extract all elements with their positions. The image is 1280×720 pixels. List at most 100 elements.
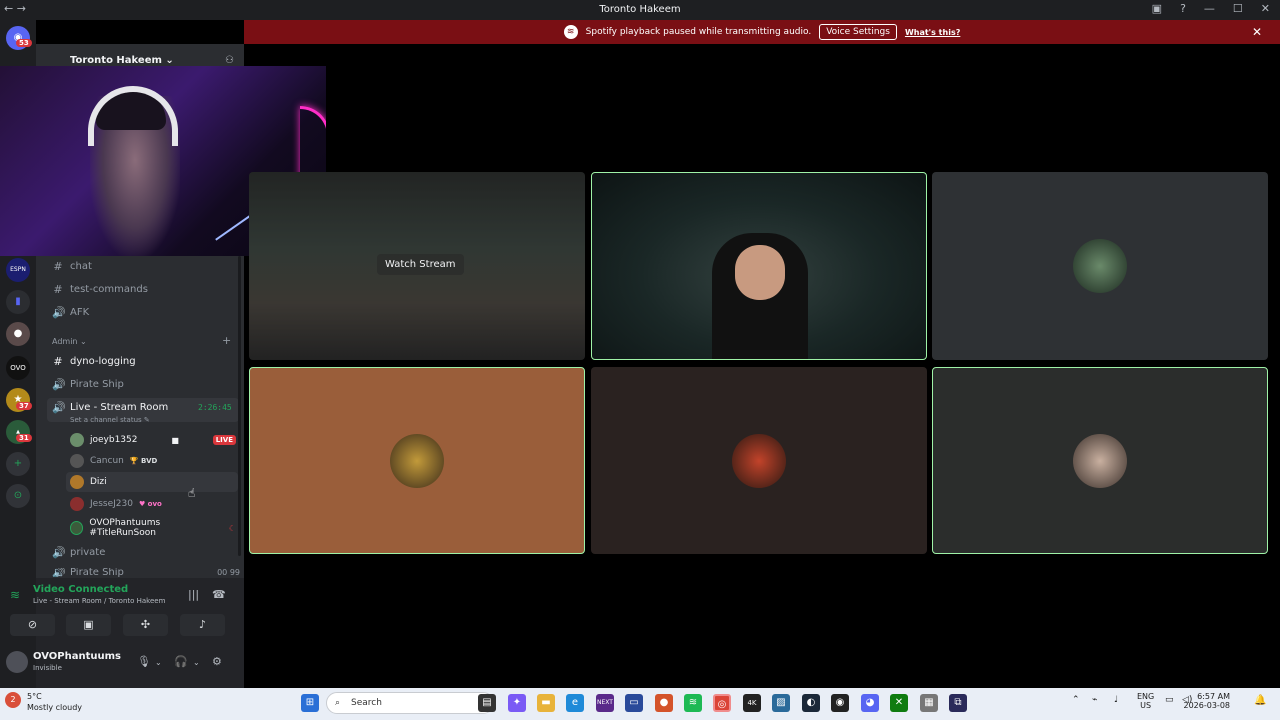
steam-icon[interactable]: ◐ (802, 694, 820, 712)
channel-live-stream-room[interactable]: 🔊 Live - Stream Room (52, 401, 168, 414)
channel-pirate-ship-2[interactable]: 🔊 Pirate Ship 00 99 (52, 568, 240, 577)
avatar (70, 475, 84, 489)
edge-icon[interactable]: e (566, 694, 584, 712)
notification-bell-icon[interactable]: 🔔 (1254, 695, 1266, 706)
user-avatar[interactable] (6, 651, 28, 673)
streamer-headset (88, 86, 178, 146)
weather-alert-icon[interactable]: 2 (5, 692, 21, 708)
app-blue-icon[interactable]: ⧉ (949, 694, 967, 712)
photos-icon[interactable]: ▨ (772, 694, 790, 712)
voice-user[interactable]: OVOPhantuums #TitleRunSoon ☾ (70, 518, 236, 538)
speaker-icon: 🔊 (52, 568, 66, 577)
spotify-icon: ≋ (563, 25, 578, 39)
channel-afk[interactable]: 🔊 AFK (52, 306, 89, 319)
soundboard-button[interactable]: ♪ (180, 614, 225, 636)
user-tag: ♥ ovo (138, 500, 162, 508)
stream-tile-sports[interactable]: Watch Stream (249, 172, 585, 360)
activities-button[interactable]: ✣ (123, 614, 168, 636)
network-icon[interactable]: ⌁ (1092, 695, 1097, 705)
moon-icon: ☾ (228, 523, 236, 533)
server-icon-espn[interactable]: ESPN (6, 258, 30, 282)
channel-dyno-logging[interactable]: # dyno-logging (52, 355, 135, 368)
spotify-taskbar-icon[interactable]: ≋ (684, 694, 702, 712)
channel-label: test-commands (70, 284, 148, 295)
video-tile-avatar[interactable] (932, 172, 1268, 360)
channel-test-commands[interactable]: # test-commands (52, 283, 148, 296)
audio-options-chevron-icon[interactable]: ⌄ (193, 658, 200, 667)
inbox-icon[interactable]: ▣ (1152, 2, 1162, 15)
voice-user[interactable]: JesseJ230 ♥ ovo (70, 497, 236, 511)
current-user-name[interactable]: OVOPhantuums (33, 651, 121, 662)
voice-user[interactable]: Dizi (70, 475, 236, 489)
camera-icon: ■ (171, 435, 179, 445)
category-admin[interactable]: Admin ⌄ (52, 337, 87, 346)
microphone-icon[interactable]: 🎙 (137, 655, 151, 668)
voice-status-sub[interactable]: Live - Stream Room / Toronto Hakeem (33, 597, 165, 605)
discord-taskbar-icon[interactable]: ◕ (861, 694, 879, 712)
channel-private[interactable]: 🔊 private (52, 546, 105, 559)
server-icon-avatar[interactable]: ● (6, 322, 30, 346)
settings-gear-icon[interactable]: ⚙ (212, 655, 222, 668)
video-tile-webcam[interactable] (591, 172, 927, 360)
signal-icon[interactable]: ≋ (10, 588, 20, 602)
channel-chat[interactable]: # chat (52, 260, 92, 273)
mic-options-chevron-icon[interactable]: ⌄ (155, 658, 162, 667)
current-user-status: Invisible (33, 664, 62, 672)
title-bar: ← → Toronto Hakeem ▣ ? — ☐ ✕ (0, 0, 1280, 20)
voice-status-title[interactable]: Video Connected (33, 584, 128, 595)
camera-toggle-button[interactable]: ⊘ (10, 614, 55, 636)
sidebar-scrollbar[interactable] (238, 256, 241, 556)
task-view-icon[interactable]: ▤ (478, 694, 496, 712)
4k-app-icon[interactable]: 4K (743, 694, 761, 712)
help-icon[interactable]: ? (1180, 2, 1186, 15)
maximize-button[interactable]: ☐ (1233, 2, 1243, 15)
explore-icon[interactable]: ⊙ (6, 484, 30, 508)
xbox-icon[interactable]: ✕ (890, 694, 908, 712)
mic-tray-icon[interactable]: ♩ (1114, 695, 1118, 705)
close-banner-icon[interactable]: ✕ (1252, 25, 1262, 39)
watch-stream-button[interactable]: Watch Stream (377, 254, 464, 275)
start-menu-icon[interactable]: ⊞ (301, 694, 319, 712)
app-grey-icon[interactable]: ▦ (920, 694, 938, 712)
weather-temp[interactable]: 5°C (27, 692, 42, 701)
lang-line-1: ENG (1137, 692, 1155, 701)
next-app-icon[interactable]: NEXT (596, 694, 614, 712)
taskbar-clock[interactable]: 6:57 AM 2026-03-08 (1184, 692, 1231, 710)
add-server-icon[interactable]: + (6, 452, 30, 476)
add-channel-icon[interactable]: + (222, 334, 231, 347)
search-label: Search (351, 698, 382, 708)
headphones-icon[interactable]: 🎧 (174, 655, 188, 668)
folder-icon[interactable]: ▮ (6, 290, 30, 314)
noise-suppression-icon[interactable]: ||| (188, 588, 199, 601)
channel-label: chat (70, 261, 92, 272)
weather-desc[interactable]: Mostly cloudy (27, 703, 82, 712)
taskbar-search[interactable]: ⌕ Search (326, 692, 494, 714)
app-red-icon[interactable]: ● (655, 694, 673, 712)
mentions-badge: 53 (16, 39, 32, 47)
chrome-icon[interactable]: ◎ (713, 694, 731, 712)
wifi-icon[interactable]: ▭ (1165, 695, 1174, 705)
channel-pirate-ship[interactable]: 🔊 Pirate Ship (52, 378, 124, 391)
channel-label: private (70, 547, 106, 558)
whats-this-link[interactable]: What's this? (905, 28, 960, 37)
video-tile-orange[interactable] (249, 367, 585, 554)
video-tile-dark[interactable] (591, 367, 927, 554)
voice-user[interactable]: Cancun 🏆 BVD (70, 454, 236, 468)
voice-settings-button[interactable]: Voice Settings (819, 24, 897, 40)
obs-icon[interactable]: ◉ (831, 694, 849, 712)
video-tile-face[interactable] (932, 367, 1268, 554)
close-window-button[interactable]: ✕ (1261, 2, 1270, 15)
file-explorer-icon[interactable]: ▬ (537, 694, 555, 712)
room-status[interactable]: Set a channel status ✎ (70, 416, 150, 424)
disconnect-icon[interactable]: ☎ (212, 588, 226, 601)
copilot-icon[interactable]: ✦ (508, 694, 526, 712)
minimize-button[interactable]: — (1204, 2, 1215, 15)
language-indicator[interactable]: ENG US (1137, 692, 1154, 710)
server-icon-ovo[interactable]: OVO (6, 356, 30, 380)
voice-user[interactable]: joeyb1352 ■ LIVE (70, 433, 236, 447)
screen-share-button[interactable]: ▣ (66, 614, 111, 636)
room-name: Live - Stream Room (70, 402, 169, 413)
app-monitor-icon[interactable]: ▭ (625, 694, 643, 712)
tray-chevron-icon[interactable]: ⌃ (1072, 695, 1080, 705)
clock-time: 6:57 AM (1197, 692, 1230, 701)
